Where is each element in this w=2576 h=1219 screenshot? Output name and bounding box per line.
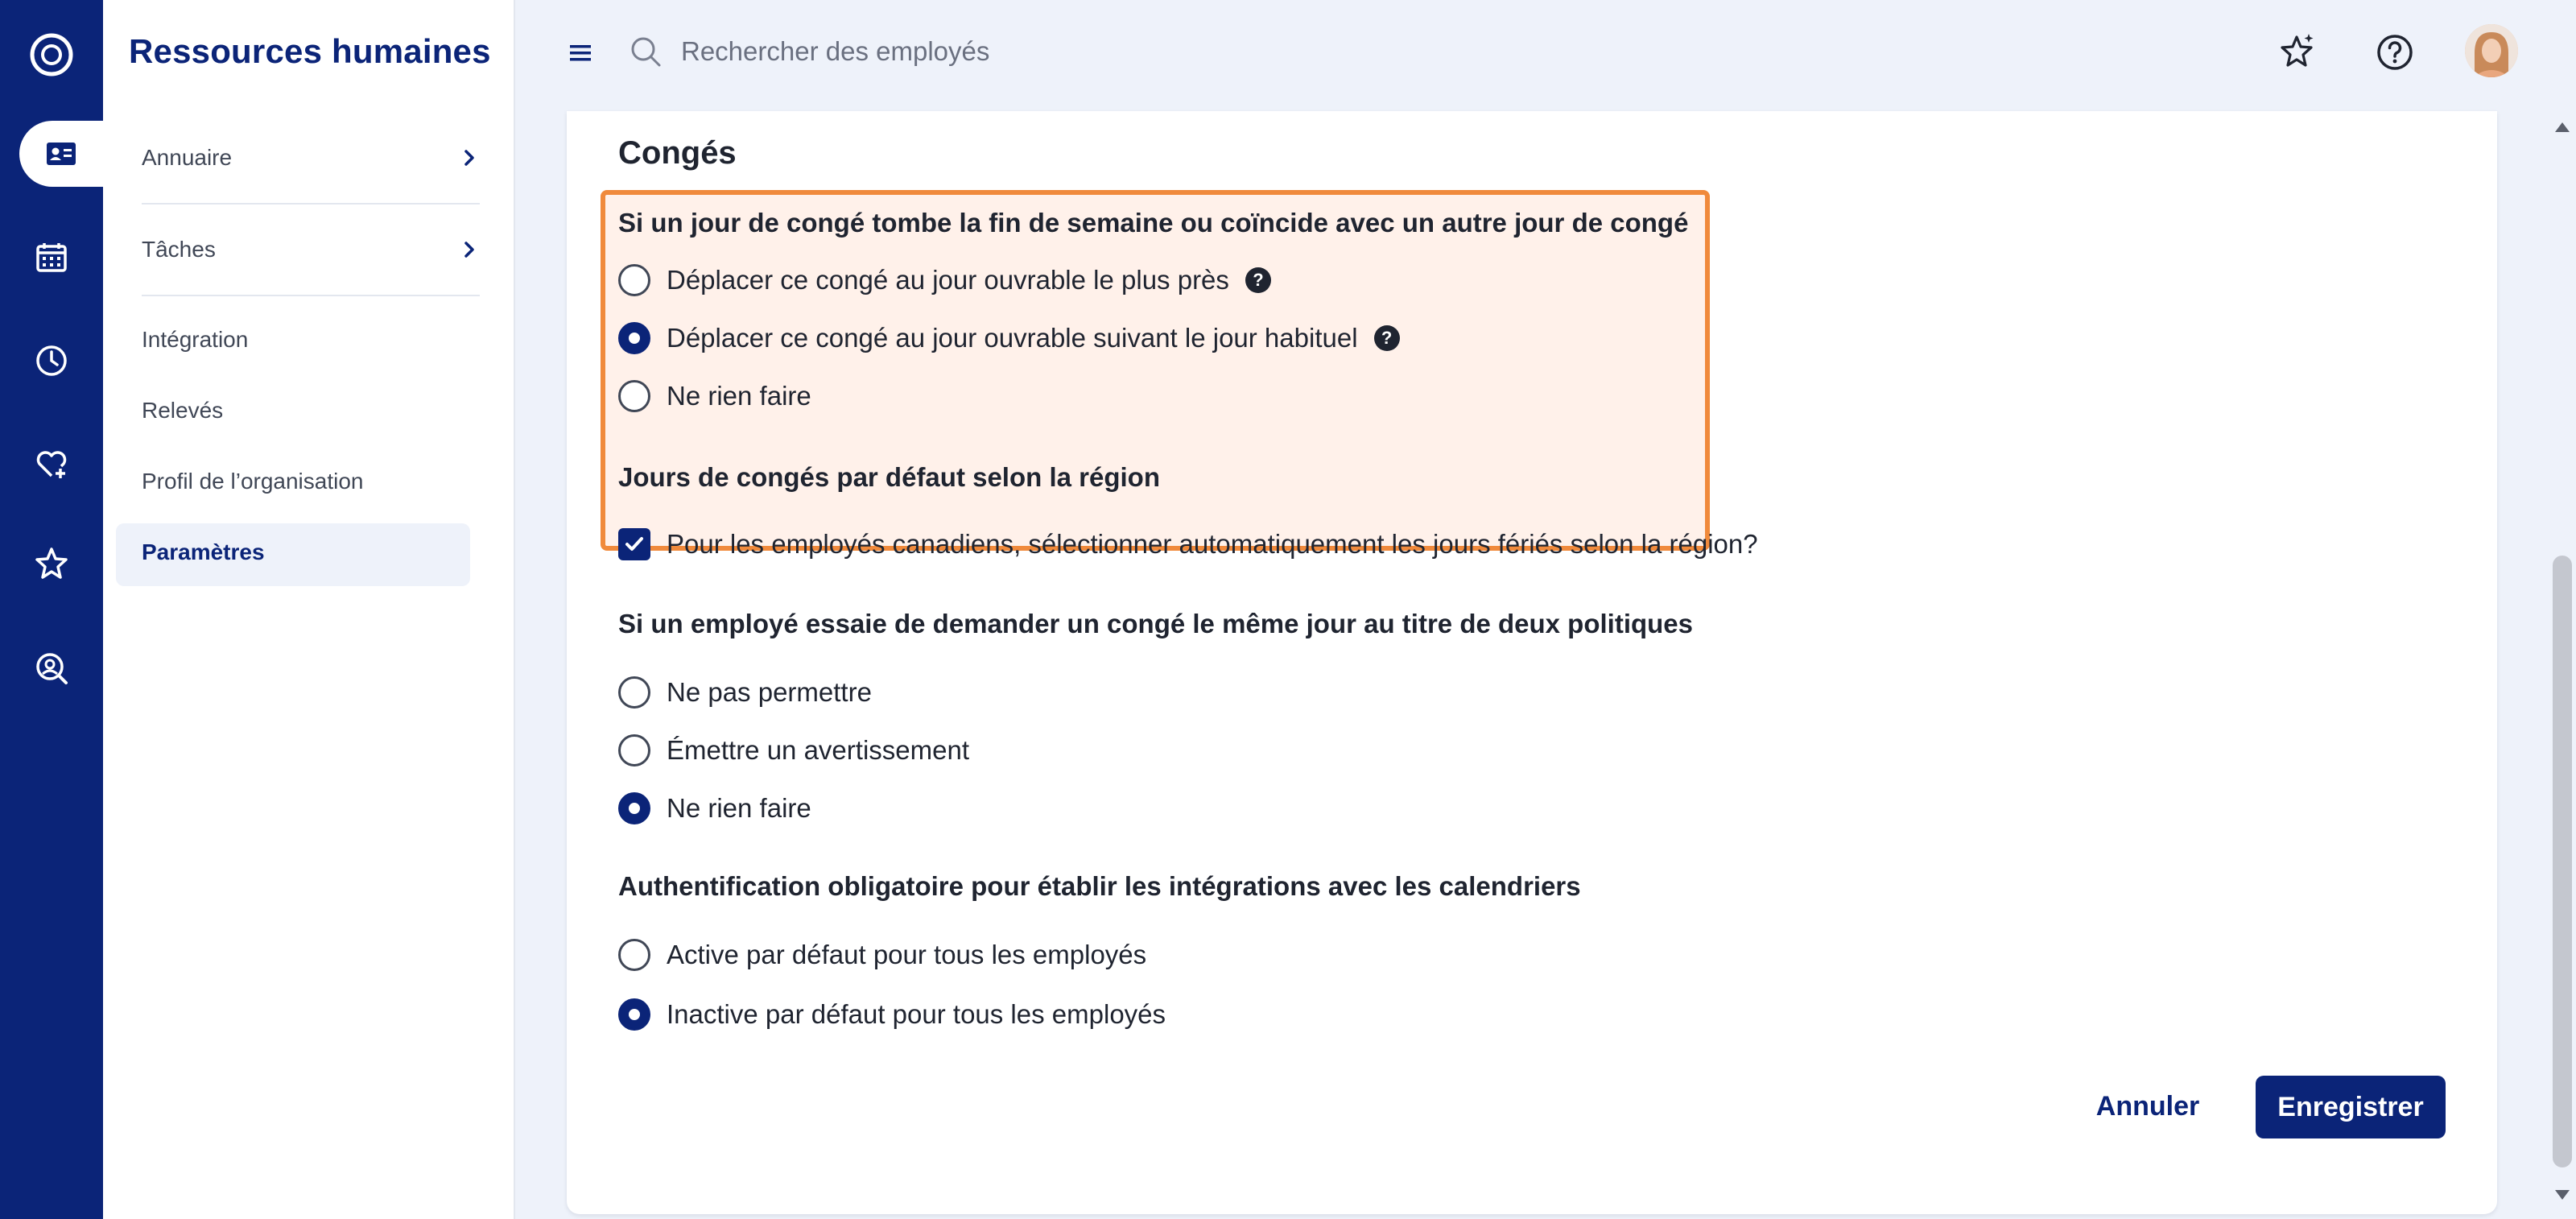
scrollbar-thumb[interactable] — [2553, 556, 2572, 1167]
menu-icon[interactable] — [562, 37, 599, 69]
chevron-right-icon — [464, 150, 474, 166]
radio-button[interactable] — [618, 676, 650, 709]
app-rail — [0, 0, 103, 1219]
radio-option-do-nothing[interactable]: Ne rien faire — [618, 380, 811, 412]
subnav-item-label: Tâches — [142, 237, 216, 262]
radio-button[interactable] — [618, 939, 650, 971]
subnav-item-integration[interactable]: Intégration — [142, 327, 480, 353]
radio-button-checked[interactable] — [618, 792, 650, 824]
checkbox-option-auto-holidays[interactable]: Pour les employés canadiens, sélectionne… — [618, 528, 1758, 560]
subnav-item-label: Relevés — [142, 398, 224, 423]
app-logo-icon[interactable] — [27, 31, 76, 79]
top-bar — [517, 0, 2576, 111]
scroll-down-arrow-icon[interactable] — [2555, 1190, 2570, 1200]
app-title: Ressources humaines — [129, 32, 491, 70]
scroll-up-arrow-icon[interactable] — [2555, 122, 2570, 132]
clock-icon — [36, 345, 67, 376]
divider — [142, 295, 480, 296]
question-title-default-region: Jours de congés par défaut selon la régi… — [618, 462, 1160, 492]
radio-button-checked[interactable] — [618, 998, 650, 1031]
option-label: Inactive par défaut pour tous les employ… — [667, 999, 1166, 1029]
radio-button-checked[interactable] — [618, 322, 650, 354]
search-input[interactable] — [681, 29, 1406, 74]
avatar[interactable] — [2465, 24, 2518, 77]
rail-item-time[interactable] — [0, 322, 103, 399]
option-label: Déplacer ce congé au jour ouvrable suiva… — [667, 323, 1358, 353]
help-icon[interactable]: ? — [1373, 325, 1400, 351]
question-title-weekend-holiday: Si un jour de congé tombe la fin de sema… — [618, 208, 1689, 238]
search-icon — [631, 37, 661, 67]
chevron-right-icon — [464, 242, 474, 258]
option-label: Pour les employés canadiens, sélectionne… — [667, 529, 1758, 559]
radio-option-not-allow[interactable]: Ne pas permettre — [618, 676, 872, 709]
rail-item-recognition[interactable] — [0, 525, 103, 602]
rail-item-calendar[interactable] — [0, 219, 103, 296]
section-title: Congés — [618, 135, 737, 171]
subnav-item-label: Paramètres — [142, 539, 265, 564]
rail-item-recruiting[interactable] — [0, 630, 103, 707]
option-label: Ne rien faire — [667, 793, 811, 823]
heart-plus-icon — [36, 451, 67, 478]
option-label: Déplacer ce congé au jour ouvrable le pl… — [667, 265, 1229, 295]
checkbox-checked[interactable] — [618, 528, 650, 560]
radio-button[interactable] — [618, 264, 650, 296]
help-icon[interactable] — [2373, 31, 2417, 74]
subnav-item-annuaire[interactable]: Annuaire — [142, 145, 480, 171]
subnav-item-profil[interactable]: Profil de l’organisation — [142, 469, 480, 494]
calendar-icon — [36, 243, 67, 272]
question-title-calendar-auth: Authentification obligatoire pour établi… — [618, 871, 1581, 901]
option-label: Active par défaut pour tous les employés — [667, 940, 1147, 969]
subnav-item-label: Profil de l’organisation — [142, 469, 364, 494]
cancel-button[interactable]: Annuler — [2075, 1076, 2220, 1137]
subnav-item-releves[interactable]: Relevés — [142, 398, 480, 424]
radio-button[interactable] — [618, 734, 650, 767]
divider — [142, 203, 480, 205]
radio-option-active-default[interactable]: Active par défaut pour tous les employés — [618, 939, 1146, 971]
star-sparkle-icon[interactable] — [2275, 31, 2318, 74]
help-icon[interactable]: ? — [1245, 267, 1271, 293]
radio-option-nearest-workday[interactable]: Déplacer ce congé au jour ouvrable le pl… — [618, 264, 1271, 296]
subnav-item-parametres[interactable]: Paramètres — [142, 539, 480, 565]
radio-option-warning[interactable]: Émettre un avertissement — [618, 734, 969, 767]
scrollbar[interactable] — [2549, 111, 2576, 1219]
radio-option-next-workday[interactable]: Déplacer ce congé au jour ouvrable suiva… — [618, 322, 1400, 354]
star-icon — [35, 548, 68, 579]
question-title-dual-policy: Si un employé essaie de demander un cong… — [618, 609, 1694, 638]
directory-card-icon — [47, 143, 76, 165]
secondary-nav: Ressources humaines Annuaire Tâches Inté… — [103, 0, 515, 1219]
option-label: Émettre un avertissement — [667, 735, 969, 765]
option-label: Ne rien faire — [667, 381, 811, 411]
rail-item-wellness[interactable] — [0, 425, 103, 502]
radio-option-inactive-default[interactable]: Inactive par défaut pour tous les employ… — [618, 998, 1166, 1031]
subnav-item-label: Annuaire — [142, 145, 233, 170]
highlighted-setting-group — [601, 190, 1710, 551]
search-person-icon — [36, 653, 68, 684]
checkmark-icon — [625, 537, 643, 551]
radio-button[interactable] — [618, 380, 650, 412]
rail-item-directory[interactable] — [19, 121, 103, 187]
option-label: Ne pas permettre — [667, 677, 872, 707]
save-button[interactable]: Enregistrer — [2256, 1076, 2446, 1138]
subnav-item-label: Intégration — [142, 327, 249, 352]
settings-card: Congés Si un jour de congé tombe la fin … — [567, 111, 2497, 1214]
radio-option-do-nothing-2[interactable]: Ne rien faire — [618, 792, 811, 824]
subnav-item-taches[interactable]: Tâches — [142, 237, 480, 262]
